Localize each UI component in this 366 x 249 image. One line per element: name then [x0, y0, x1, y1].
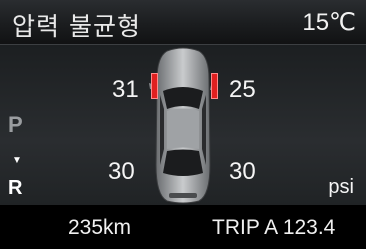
tire-rear-left-pressure: 30: [108, 158, 135, 185]
car-top-view-icon: [149, 47, 217, 204]
footer-bar: 235km TRIP A 123.4: [0, 206, 366, 249]
tpms-screen: 압력 불균형 15℃ 31 25 30 30 P ▼ R psi 235km T…: [0, 0, 366, 249]
tire-front-left-warning: [151, 73, 158, 99]
gear-arrow-icon: ▼: [12, 155, 22, 166]
tire-front-right-pressure: 25: [229, 76, 256, 103]
trip-meter-readout: TRIP A 123.4: [212, 216, 336, 239]
pressure-unit: psi: [328, 176, 354, 198]
header-bar: 압력 불균형 15℃: [0, 0, 366, 45]
tire-pressure-panel: 31 25 30 30 P ▼ R psi: [0, 45, 366, 205]
tire-front-right-warning: [211, 73, 218, 99]
gear-park-indicator: P: [8, 112, 23, 137]
outside-temperature: 15℃: [302, 9, 356, 36]
gear-reverse-indicator: R: [8, 177, 23, 199]
odometer-readout: 235km: [68, 216, 132, 239]
page-title: 압력 불균형: [12, 12, 141, 41]
tire-rear-right-pressure: 30: [229, 158, 256, 185]
tire-front-left-pressure: 31: [112, 76, 139, 103]
